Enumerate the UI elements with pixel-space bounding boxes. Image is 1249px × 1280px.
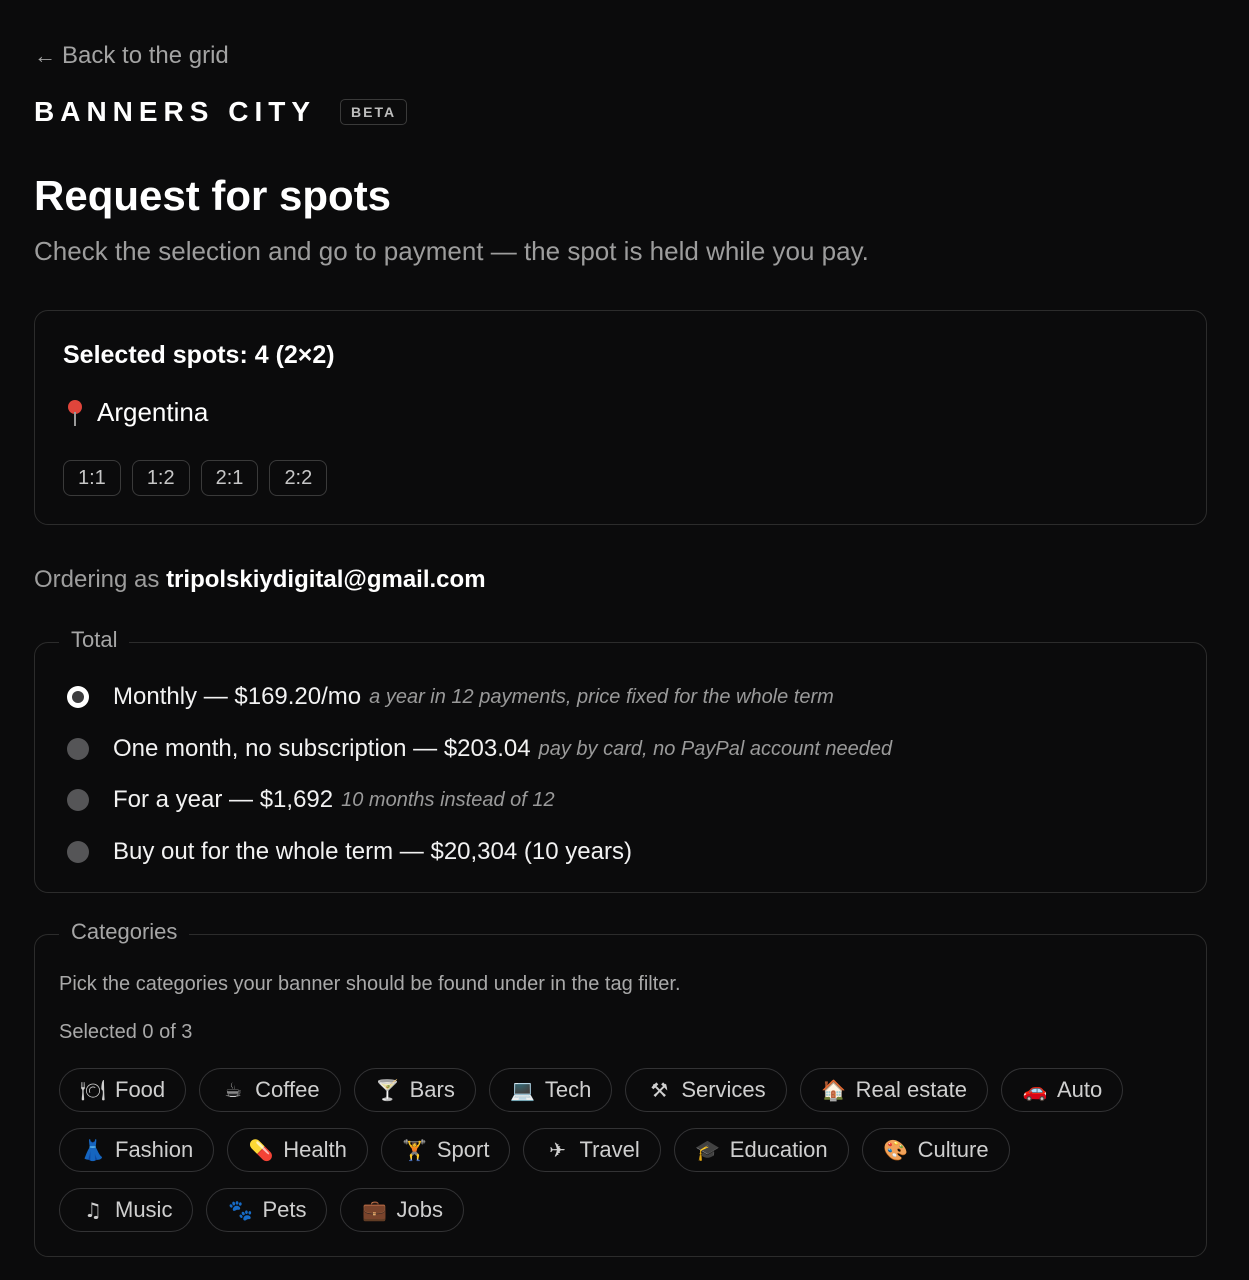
categories-legend: Categories — [59, 919, 190, 945]
car-icon: 🚗 — [1022, 1078, 1048, 1102]
chip-label: Pets — [262, 1197, 307, 1222]
back-to-grid-link[interactable]: ← Back to the grid — [34, 42, 229, 70]
spot-tag: 2:2 — [269, 460, 328, 496]
radio-one-month[interactable] — [67, 738, 89, 760]
back-link-label: Back to the grid — [62, 42, 229, 69]
category-row: 👗 Fashion 💊 Health 🏋 Sport ✈ Travel 🎓 Ed… — [59, 1128, 1010, 1172]
house-icon: 🏠 — [821, 1078, 847, 1102]
plan-option-buyout[interactable]: Buy out for the whole term — $20,304 (10… — [67, 838, 632, 866]
pin-icon — [63, 398, 87, 428]
spot-tags: 1:1 1:2 2:1 2:2 — [63, 460, 328, 496]
category-chip-jobs[interactable]: 💼 Jobs — [340, 1188, 464, 1232]
plan-option-one-month[interactable]: One month, no subscription — $203.04 pay… — [67, 735, 892, 763]
plan-option-note: 10 months instead of 12 — [341, 788, 555, 811]
brand-row: BANNERS CITY BETA — [34, 96, 408, 128]
total-fieldset: Total Monthly — $169.20/mo a year in 12 … — [34, 627, 1207, 893]
radio-monthly[interactable] — [67, 686, 89, 708]
ordering-prefix: Ordering as — [34, 566, 160, 593]
page-title: Request for spots — [34, 172, 392, 219]
dress-icon: 👗 — [80, 1138, 106, 1162]
location: Argentina — [63, 397, 208, 428]
category-chip-travel[interactable]: ✈ Travel — [523, 1128, 661, 1172]
beta-badge: BETA — [340, 99, 408, 125]
paw-icon: 🐾 — [228, 1198, 253, 1222]
briefcase-icon: 💼 — [362, 1198, 387, 1222]
plan-option-label: Buy out for the whole term — $20,304 (10… — [113, 838, 632, 865]
location-name: Argentina — [97, 397, 209, 427]
category-chip-services[interactable]: ⚒ Services — [625, 1068, 787, 1112]
chip-label: Real estate — [855, 1077, 967, 1102]
pill-icon: 💊 — [248, 1138, 274, 1162]
selected-spots-card: Selected spots: 4 (2×2) Argentina 1:1 1:… — [34, 310, 1207, 525]
category-chip-tech[interactable]: 💻 Tech — [488, 1068, 613, 1112]
plan-option-year[interactable]: For a year — $1,692 10 months instead of… — [67, 786, 555, 814]
category-chip-education[interactable]: 🎓 Education — [673, 1128, 849, 1172]
music-note-icon: ♫ — [84, 1198, 102, 1222]
chip-label: Fashion — [115, 1137, 194, 1162]
chip-label: Education — [729, 1137, 828, 1162]
chip-label: Food — [115, 1077, 166, 1102]
selected-spots-title: Selected spots: 4 (2×2) — [63, 341, 335, 369]
coffee-icon: ☕ — [224, 1078, 243, 1102]
chip-label: Travel — [579, 1137, 640, 1162]
category-row: 🍽 Food ☕ Coffee 🍸 Bars 💻 Tech ⚒ Services… — [59, 1068, 1124, 1112]
chip-label: Bars — [409, 1077, 455, 1102]
palette-icon: 🎨 — [883, 1138, 909, 1162]
plan-option-note: pay by card, no PayPal account needed — [538, 737, 893, 760]
categories-fieldset: Categories Pick the categories your bann… — [34, 919, 1207, 1257]
tools-icon: ⚒ — [650, 1078, 669, 1102]
chip-label: Services — [681, 1077, 766, 1102]
plan-option-monthly[interactable]: Monthly — $169.20/mo a year in 12 paymen… — [67, 683, 834, 711]
categories-description: Pick the categories your banner should b… — [59, 973, 681, 995]
chip-label: Coffee — [255, 1077, 320, 1102]
category-chip-auto[interactable]: 🚗 Auto — [1000, 1068, 1124, 1112]
category-chip-real-estate[interactable]: 🏠 Real estate — [799, 1068, 988, 1112]
ordering-email: tripolskiydigital@gmail.com — [166, 566, 486, 593]
chip-label: Health — [283, 1137, 347, 1162]
category-chip-food[interactable]: 🍽 Food — [59, 1068, 187, 1112]
plan-option-label: One month, no subscription — $203.04 — [113, 735, 531, 762]
spot-tag: 1:1 — [63, 460, 121, 496]
chip-label: Tech — [544, 1077, 592, 1102]
plan-option-label: Monthly — $169.20/mo — [113, 683, 362, 710]
chip-label: Sport — [436, 1137, 490, 1162]
category-chip-culture[interactable]: 🎨 Culture — [861, 1128, 1010, 1172]
plan-option-note: a year in 12 payments, price fixed for t… — [369, 685, 834, 708]
category-chip-sport[interactable]: 🏋 Sport — [380, 1128, 511, 1172]
page-subtitle: Check the selection and go to payment — … — [34, 236, 869, 266]
category-row: ♫ Music 🐾 Pets 💼 Jobs — [59, 1188, 464, 1232]
laptop-icon: 💻 — [510, 1078, 536, 1102]
cocktail-icon: 🍸 — [375, 1078, 401, 1102]
weightlifter-icon: 🏋 — [402, 1138, 428, 1162]
category-chip-bars[interactable]: 🍸 Bars — [353, 1068, 476, 1112]
airplane-icon: ✈ — [549, 1138, 566, 1162]
spot-tag: 2:1 — [200, 460, 259, 496]
category-chip-pets[interactable]: 🐾 Pets — [206, 1188, 328, 1232]
radio-buyout[interactable] — [67, 841, 89, 863]
arrow-left-icon: ← — [34, 43, 56, 68]
chip-label: Culture — [917, 1137, 989, 1162]
chip-label: Auto — [1056, 1077, 1103, 1102]
plate-icon: 🍽 — [80, 1078, 106, 1102]
category-chip-coffee[interactable]: ☕ Coffee — [199, 1068, 341, 1112]
ordering-as: Ordering as tripolskiydigital@gmail.com — [34, 566, 486, 594]
plan-option-label: For a year — $1,692 — [113, 786, 334, 813]
radio-year[interactable] — [67, 789, 89, 811]
category-chip-health[interactable]: 💊 Health — [227, 1128, 368, 1172]
categories-selected-count: Selected 0 of 3 — [59, 1021, 193, 1043]
category-chip-music[interactable]: ♫ Music — [59, 1188, 194, 1232]
chip-label: Jobs — [396, 1197, 443, 1222]
graduation-cap-icon: 🎓 — [695, 1138, 721, 1162]
spot-tag: 1:2 — [131, 460, 190, 496]
chip-label: Music — [115, 1197, 173, 1222]
total-legend: Total — [59, 627, 130, 653]
category-chip-fashion[interactable]: 👗 Fashion — [59, 1128, 215, 1172]
brand-logo: BANNERS CITY — [34, 96, 317, 127]
